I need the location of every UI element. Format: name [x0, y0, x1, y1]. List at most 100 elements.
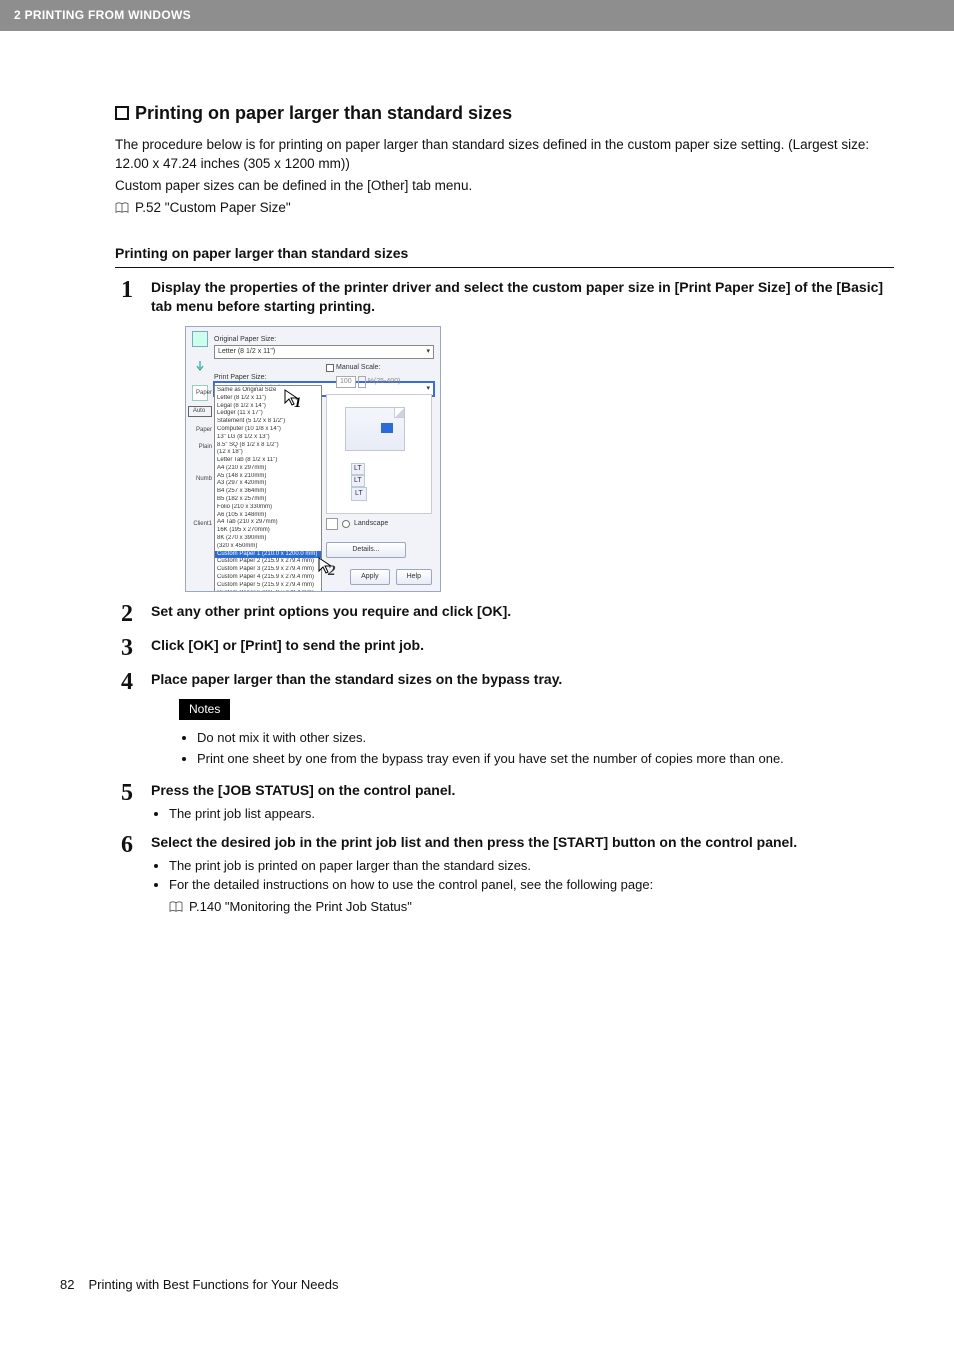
step-2: 2 Set any other print options you requir… [115, 602, 894, 626]
side-plain: Plain [186, 443, 214, 451]
details-button[interactable]: Details... [326, 542, 406, 558]
reference-text[interactable]: P.52 "Custom Paper Size" [135, 199, 291, 218]
dropdown-item[interactable]: Custom Paper 4 (215.9 x 279.4 mm) [215, 574, 321, 582]
orig-paper-field[interactable]: Letter (8 1/2 x 11") ▾ [214, 345, 434, 359]
step-number: 2 [115, 602, 133, 626]
section-title: Printing on paper larger than standard s… [115, 101, 894, 126]
orig-size-icon [192, 331, 208, 347]
scale-value: 100 [336, 376, 356, 388]
lt-badge: LT [351, 463, 365, 475]
bullet-text: For the detailed instructions on how to … [169, 877, 653, 892]
dialog-buttons: Apply Help [350, 569, 432, 585]
dropdown-item[interactable]: A3 (297 x 420mm) [215, 480, 321, 488]
bullet-item: The print job is printed on paper larger… [169, 856, 894, 876]
reference-row: P.140 "Monitoring the Print Job Status" [169, 897, 894, 917]
step-4: 4 Place paper larger than the standard s… [115, 670, 894, 771]
step-text: Click [OK] or [Print] to send the print … [151, 636, 894, 655]
landscape-icon [326, 518, 338, 530]
footer: 82 Printing with Best Functions for Your… [0, 1276, 954, 1314]
scr-right: Manual Scale: 100 %(25-400) LT LT LT Lan… [326, 363, 432, 558]
dropdown-item[interactable]: A5 (148 x 210mm) [215, 473, 321, 481]
step-1: 1 Display the properties of the printer … [115, 278, 894, 316]
notes-list: Do not mix it with other sizes. Print on… [197, 728, 894, 769]
stepper-icon [358, 376, 366, 388]
fold-corner-icon [394, 408, 404, 418]
side-labels: Paper Auto Paper Plain Numb Client1 [186, 389, 214, 537]
dropdown-item[interactable]: Custom Paper 2 (215.9 x 279.4 mm) [215, 558, 321, 566]
dropdown-item[interactable]: 8K (270 x 390mm) [215, 535, 321, 543]
side-paper2: Paper [186, 426, 214, 434]
note-item: Print one sheet by one from the bypass t… [197, 749, 894, 769]
lt-badge: LT [351, 487, 367, 501]
dropdown-item[interactable]: Folio (210 x 330mm) [215, 504, 321, 512]
dropdown-item[interactable]: 16K (195 x 270mm) [215, 527, 321, 535]
step-number: 5 [115, 781, 133, 823]
book-icon [115, 202, 129, 214]
orig-paper-label: Original Paper Size: [214, 335, 434, 345]
page-content: Printing on paper larger than standard s… [0, 31, 954, 957]
step5-bullets: The print job list appears. [169, 804, 894, 824]
notes-label: Notes [179, 699, 230, 720]
step-number: 4 [115, 670, 133, 771]
scale-spinner[interactable]: 100 %(25-400) [336, 376, 432, 388]
scale-range: %(25-400) [368, 377, 401, 387]
dropdown-item[interactable]: (12 x 18") [215, 449, 321, 457]
step-number: 1 [115, 278, 133, 316]
dropdown-item[interactable]: Same as Original Size [215, 387, 321, 395]
orig-paper-value: Letter (8 1/2 x 11") [218, 347, 275, 357]
step-3: 3 Click [OK] or [Print] to send the prin… [115, 636, 894, 660]
intro-line-2: Custom paper sizes can be defined in the… [115, 177, 894, 196]
manual-scale-label: Manual Scale: [336, 363, 380, 373]
chevron-down-icon: ▾ [426, 347, 430, 357]
apply-button[interactable]: Apply [350, 569, 390, 585]
dropdown-item[interactable]: Custom Paper 5 (215.9 x 279.4 mm) [215, 582, 321, 590]
callout-2: 2 [328, 561, 336, 582]
breadcrumb: 2 PRINTING FROM WINDOWS [14, 8, 191, 22]
dropdown-item[interactable]: Statement (5 1/2 x 8 1/2") [215, 418, 321, 426]
landscape-radio[interactable] [342, 520, 350, 528]
dropdown-item[interactable]: A4 Tab (210 x 297mm) [215, 519, 321, 527]
manual-scale-check[interactable]: Manual Scale: [326, 363, 432, 373]
step6-bullets: The print job is printed on paper larger… [169, 856, 894, 917]
step-text: Place paper larger than the standard siz… [151, 670, 894, 689]
step-text: Set any other print options you require … [151, 602, 894, 621]
dropdown-item[interactable]: 8.5" SQ (8 1/2 x 8 1/2") [215, 442, 321, 450]
book-icon [169, 901, 183, 913]
intro-block: The procedure below is for printing on p… [115, 136, 894, 218]
step-text: Select the desired job in the print job … [151, 833, 894, 852]
bullet-item: For the detailed instructions on how to … [169, 875, 894, 916]
step-6: 6 Select the desired job in the print jo… [115, 833, 894, 916]
reference-row: P.52 "Custom Paper Size" [115, 199, 894, 218]
dropdown-item[interactable]: Computer (10 1/8 x 14") [215, 426, 321, 434]
landscape-label: Landscape [354, 519, 388, 529]
down-arrow-icon [195, 361, 205, 371]
paper-size-dropdown[interactable]: Same as Original SizeLetter (8 1/2 x 11"… [214, 385, 322, 592]
dropdown-item[interactable]: Custom Paper 3 (215.9 x 279.4 mm) [215, 566, 321, 574]
step-number: 3 [115, 636, 133, 660]
cursor-icon: 2 [318, 557, 336, 581]
dropdown-item[interactable]: (320 x 450mm) [215, 543, 321, 551]
bullet-item: The print job list appears. [169, 804, 894, 824]
orientation-row[interactable]: Landscape [326, 518, 432, 530]
help-button[interactable]: Help [396, 569, 432, 585]
side-client: Client1 [186, 520, 214, 528]
side-numb: Numb [186, 475, 214, 483]
dropdown-item[interactable]: Custom Paper 6 (215.9 x 279.4 mm) [215, 590, 321, 592]
dropdown-item[interactable]: Letter Tab (8 1/2 x 11") [215, 457, 321, 465]
dropdown-item[interactable]: A4 (210 x 297mm) [215, 465, 321, 473]
step-text: Press the [JOB STATUS] on the control pa… [151, 781, 894, 800]
step-text: Display the properties of the printer dr… [151, 278, 894, 316]
dropdown-item[interactable]: Ledger (11 x 17") [215, 410, 321, 418]
dropdown-item[interactable]: Legal (8 1/2 x 14") [215, 403, 321, 411]
dropdown-item[interactable]: A6 (105 x 148mm) [215, 512, 321, 520]
page-number: 82 [60, 1276, 74, 1294]
dropdown-item[interactable]: B4 (257 x 364mm) [215, 488, 321, 496]
driver-screenshot: Paper Auto Paper Plain Numb Client1 Orig… [185, 326, 441, 592]
dropdown-item[interactable]: Custom Paper 1 (210.0 x 1200.0 mm) [215, 551, 321, 559]
dropdown-item[interactable]: B5 (182 x 257mm) [215, 496, 321, 504]
dropdown-item[interactable]: Letter (8 1/2 x 11") [215, 395, 321, 403]
list-square-icon [115, 106, 129, 120]
dropdown-item[interactable]: 13" LG (8 1/2 x 13") [215, 434, 321, 442]
lt-badge: LT [351, 475, 365, 487]
reference-text[interactable]: P.140 "Monitoring the Print Job Status" [189, 897, 412, 917]
